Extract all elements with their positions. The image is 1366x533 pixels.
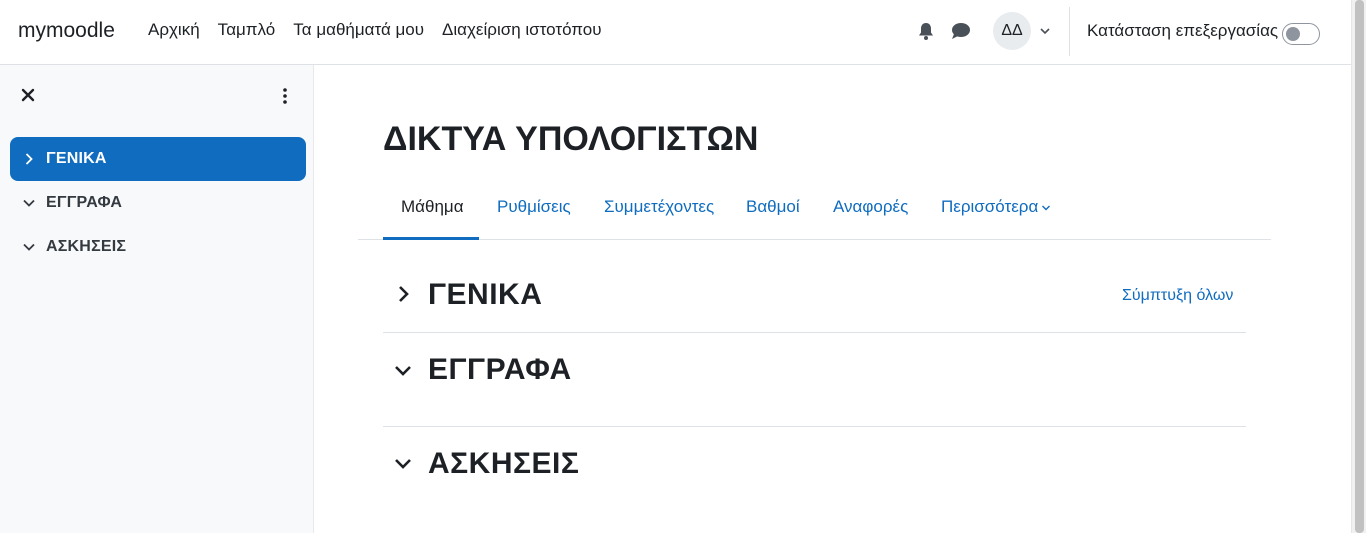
section-title[interactable]: ΑΣΚΗΣΕΙΣ: [428, 447, 579, 481]
edit-mode-toggle[interactable]: [1282, 23, 1320, 45]
sidebar-item-exercises[interactable]: ΑΣΚΗΣΕΙΣ: [10, 225, 306, 269]
course-section-documents: ΕΓΓΡΑΦΑ: [383, 350, 1246, 390]
toggle-knob: [1286, 27, 1300, 41]
tab-more[interactable]: Περισσότερα: [941, 197, 1051, 217]
user-avatar[interactable]: ΔΔ: [993, 12, 1031, 50]
scrollbar-thumb[interactable]: [1355, 0, 1364, 533]
more-options-icon[interactable]: [279, 86, 291, 106]
section-divider: [383, 332, 1246, 333]
page-scrollbar[interactable]: [1351, 0, 1366, 533]
navbar-divider: [1069, 7, 1070, 56]
active-tab-indicator: [383, 237, 479, 240]
sidebar-item-label: ΓΕΝΙΚΑ: [46, 150, 107, 167]
section-title[interactable]: ΓΕΝΙΚΑ: [428, 278, 542, 312]
course-section-exercises: ΑΣΚΗΣΕΙΣ: [383, 444, 1246, 484]
chevron-right-icon[interactable]: [393, 284, 413, 304]
top-navbar: mymoodle Αρχική Ταμπλό Τα μαθήματά μου Δ…: [0, 0, 1351, 65]
notifications-bell-icon[interactable]: [916, 21, 936, 41]
page-title: ΔΙΚΤΥΑ ΥΠΟΛΟΓΙΣΤΩΝ: [383, 120, 759, 158]
course-secondary-navigation: Μάθημα Ρυθμίσεις Συμμετέχοντες Βαθμοί Αν…: [358, 183, 1271, 240]
chevron-down-icon[interactable]: [22, 196, 36, 210]
tab-participants[interactable]: Συμμετέχοντες: [604, 197, 714, 217]
tab-reports[interactable]: Αναφορές: [833, 197, 908, 217]
chevron-down-icon[interactable]: [22, 240, 36, 254]
section-divider: [383, 426, 1246, 427]
sidebar-item-general[interactable]: ΓΕΝΙΚΑ: [10, 137, 306, 181]
tab-course[interactable]: Μάθημα: [401, 197, 464, 217]
section-title[interactable]: ΕΓΓΡΑΦΑ: [428, 353, 572, 387]
sidebar-item-documents[interactable]: ΕΓΓΡΑΦΑ: [10, 181, 306, 225]
course-index-drawer: ΓΕΝΙΚΑ ΕΓΓΡΑΦΑ ΑΣΚΗΣΕΙΣ: [0, 65, 314, 533]
nav-link-site-admin[interactable]: Διαχείριση ιστοτόπου: [433, 20, 610, 40]
site-brand[interactable]: mymoodle: [18, 19, 115, 43]
nav-link-my-courses[interactable]: Τα μαθήματά μου: [284, 20, 433, 40]
close-icon[interactable]: [20, 87, 36, 103]
chevron-down-icon[interactable]: [393, 361, 413, 381]
primary-navigation: Αρχική Ταμπλό Τα μαθήματά μου Διαχείριση…: [139, 20, 611, 40]
chevron-down-icon[interactable]: [393, 454, 413, 474]
chevron-down-icon[interactable]: [1039, 25, 1051, 37]
course-section-general: ΓΕΝΙΚΑ: [383, 275, 1246, 315]
sidebar-item-label: ΑΣΚΗΣΕΙΣ: [46, 238, 127, 255]
chevron-right-icon[interactable]: [22, 152, 36, 166]
sidebar-item-label: ΕΓΓΡΑΦΑ: [46, 194, 123, 211]
messages-chat-icon[interactable]: [950, 21, 972, 41]
tab-settings[interactable]: Ρυθμίσεις: [497, 197, 571, 217]
edit-mode-label: Κατάσταση επεξεργασίας: [1087, 21, 1279, 40]
nav-link-dashboard[interactable]: Ταμπλό: [209, 20, 285, 40]
chevron-down-icon: [1042, 205, 1051, 211]
tab-more-label: Περισσότερα: [941, 197, 1039, 216]
tab-grades[interactable]: Βαθμοί: [746, 197, 800, 217]
nav-link-home[interactable]: Αρχική: [139, 20, 209, 40]
